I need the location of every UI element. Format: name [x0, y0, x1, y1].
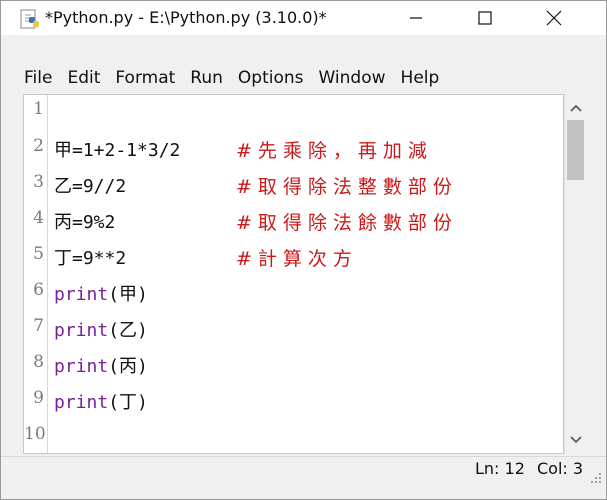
- line-number: 10: [24, 424, 46, 444]
- menu-options[interactable]: Options: [223, 68, 304, 88]
- status-bar: Ln: 12 Col: 3: [1, 456, 606, 482]
- code-line: print(丙): [54, 352, 148, 378]
- code-comment: #取得除法整數部份: [236, 176, 458, 198]
- line-number: 7: [33, 316, 44, 336]
- code-editor[interactable]: 1 2 3 4 5 6 7 8 9 10 甲=1+2-1*3/2 #先乘除，再加…: [23, 94, 564, 454]
- code-comment: #計算次方: [236, 248, 358, 270]
- close-button[interactable]: [531, 1, 577, 35]
- menu-run[interactable]: Run: [175, 68, 223, 88]
- print-args: (乙): [108, 320, 148, 341]
- code-comment: #先乘除，再加減: [236, 140, 433, 162]
- idle-window: *Python.py - E:\Python.py (3.10.0)* File…: [0, 0, 607, 500]
- scroll-up-button[interactable]: [565, 98, 586, 118]
- line-number: 3: [33, 172, 44, 192]
- code-line: 甲=1+2-1*3/2: [54, 140, 181, 161]
- line-number: 8: [33, 352, 44, 372]
- resize-grip-icon[interactable]: [587, 469, 603, 485]
- menu-bar: File Edit Format Run Options Window Help: [1, 63, 606, 93]
- keyword-print: print: [54, 320, 109, 341]
- chevron-down-icon: [569, 436, 582, 444]
- code-line: print(乙): [54, 316, 148, 342]
- scrollbar-thumb[interactable]: [567, 120, 584, 180]
- code-line: print(甲): [54, 280, 148, 306]
- code-comment: #取得除法餘數部份: [236, 212, 458, 234]
- menu-window[interactable]: Window: [304, 68, 386, 88]
- minimize-icon: [410, 17, 422, 19]
- title-bar[interactable]: *Python.py - E:\Python.py (3.10.0)*: [1, 1, 606, 35]
- menu-format[interactable]: Format: [100, 68, 175, 88]
- scroll-down-button[interactable]: [565, 430, 586, 450]
- menu-edit[interactable]: Edit: [52, 68, 100, 88]
- keyword-print: print: [54, 392, 109, 413]
- line-number: 2: [33, 136, 44, 156]
- keyword-print: print: [54, 284, 109, 305]
- line-number: 5: [33, 244, 44, 264]
- print-args: (甲): [108, 284, 148, 305]
- status-line: Ln: 12: [475, 459, 525, 478]
- chevron-up-icon: [569, 104, 582, 112]
- window-title: *Python.py - E:\Python.py (3.10.0)*: [45, 8, 327, 27]
- python-app-icon: [20, 9, 39, 29]
- maximize-icon: [478, 11, 492, 25]
- line-number-gutter: 1 2 3 4 5 6 7 8 9 10: [24, 95, 48, 453]
- line-number: 1: [33, 99, 44, 119]
- menu-help[interactable]: Help: [386, 68, 440, 88]
- code-line: print(丁): [54, 388, 148, 414]
- menu-file[interactable]: File: [1, 68, 52, 88]
- code-line: 丁=9**2: [54, 248, 127, 269]
- line-number: 4: [33, 208, 44, 228]
- vertical-scrollbar[interactable]: [564, 94, 586, 454]
- print-args: (丙): [108, 356, 148, 377]
- code-line: 乙=9//2: [54, 176, 127, 197]
- status-column: Col: 3: [537, 459, 584, 478]
- keyword-print: print: [54, 356, 109, 377]
- minimize-button[interactable]: [393, 1, 439, 35]
- line-number: 9: [33, 388, 44, 408]
- maximize-button[interactable]: [462, 1, 508, 35]
- code-line: 丙=9%2: [54, 212, 116, 233]
- close-icon: [546, 10, 562, 26]
- line-number: 6: [33, 280, 44, 300]
- print-args: (丁): [108, 392, 148, 413]
